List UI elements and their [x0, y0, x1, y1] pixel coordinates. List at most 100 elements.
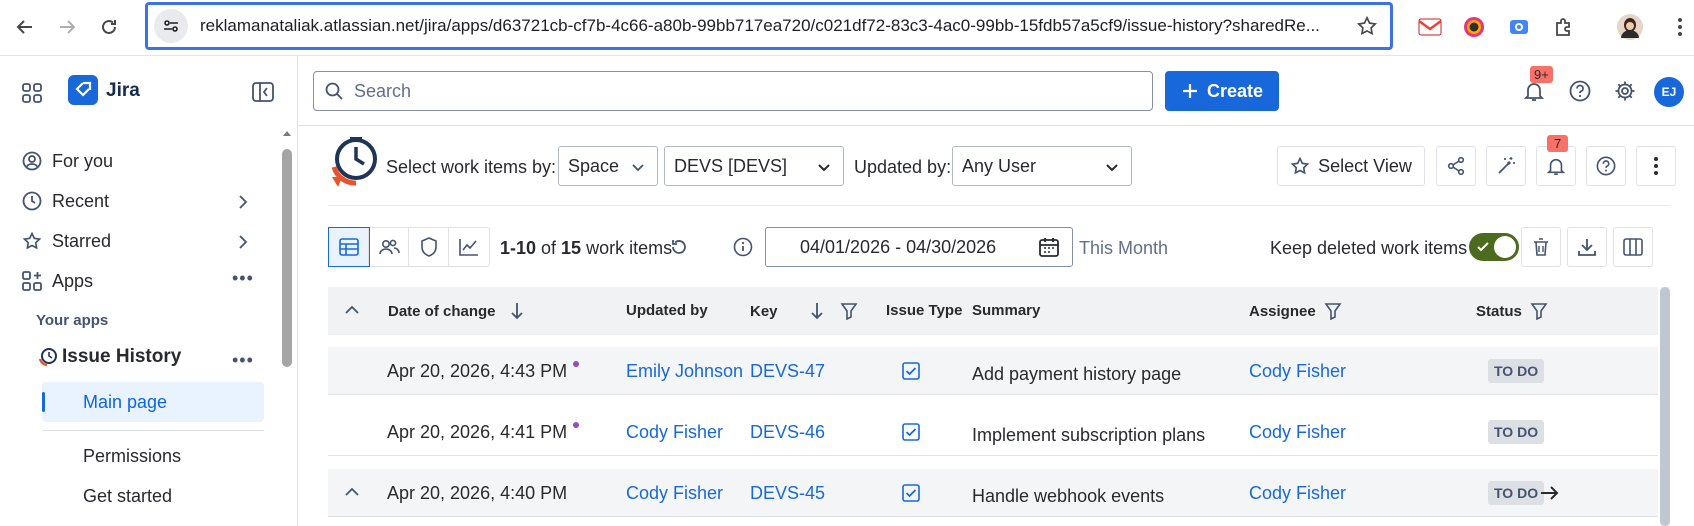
assignee-link[interactable]: Cody Fisher — [1249, 361, 1346, 382]
sidebar-scroll-thumb[interactable] — [282, 149, 292, 367]
chevron-down-icon — [1106, 164, 1118, 172]
table-scrollbar[interactable] — [1660, 287, 1670, 526]
issue-key-link[interactable]: DEVS-47 — [750, 361, 825, 382]
search-input[interactable]: Search — [313, 71, 1153, 111]
jira-logo-icon[interactable] — [68, 75, 98, 105]
sidebar-item-recent[interactable]: Recent — [22, 185, 109, 217]
share-icon — [1447, 156, 1465, 176]
download-button[interactable] — [1567, 227, 1607, 267]
magic-wand-button[interactable] — [1486, 146, 1526, 186]
table-scroll-thumb[interactable] — [1660, 287, 1670, 526]
sidebar-item-issue-history[interactable]: Issue History — [38, 346, 181, 368]
share-button[interactable] — [1436, 146, 1476, 186]
select-by-dropdown[interactable]: Space — [558, 146, 658, 186]
sidebar-item-for-you[interactable]: For you — [22, 145, 113, 177]
alerts-button[interactable] — [1536, 146, 1576, 186]
table-view-button[interactable] — [328, 227, 370, 267]
select-view-button[interactable]: Select View — [1277, 146, 1425, 186]
summary-cell: Implement subscription plans — [972, 425, 1206, 445]
trash-icon — [1534, 238, 1548, 256]
divider — [42, 430, 264, 431]
updated-by-link[interactable]: Emily Johnson — [626, 361, 743, 382]
chart-view-button[interactable] — [449, 228, 489, 266]
address-bar[interactable]: reklamanataliak.atlassian.net/jira/apps/… — [145, 2, 1393, 50]
your-apps-heading: Your apps — [36, 312, 109, 329]
issue-key-link[interactable]: DEVS-45 — [750, 483, 825, 504]
column-issue-type[interactable]: Issue Type — [886, 302, 962, 319]
avatar[interactable]: EJ — [1654, 77, 1684, 107]
profile-avatar-icon[interactable] — [1616, 13, 1644, 41]
settings-gear-icon[interactable] — [1613, 79, 1637, 103]
sidebar-item-apps[interactable]: Apps — [22, 265, 93, 297]
column-key[interactable]: Key — [750, 302, 858, 320]
sidebar-item-get-started[interactable]: Get started — [83, 486, 172, 507]
status-badge[interactable]: TO DO — [1488, 420, 1545, 444]
extensions-puzzle-icon[interactable] — [1550, 13, 1578, 41]
column-assignee[interactable]: Assignee — [1249, 302, 1342, 320]
issue-history-logo-icon — [38, 348, 57, 367]
alerts-badge: 7 — [1547, 135, 1569, 152]
columns-button[interactable] — [1613, 227, 1653, 267]
help-icon[interactable] — [1568, 79, 1592, 103]
status-badge[interactable]: TO DO — [1488, 481, 1545, 505]
column-updated-by[interactable]: Updated by — [626, 302, 708, 319]
table-row[interactable]: Apr 20, 2026, 4:40 PM Cody Fisher DEVS-4… — [328, 469, 1658, 517]
refresh-icon[interactable] — [669, 237, 689, 257]
info-icon[interactable] — [733, 237, 753, 257]
updated-by-link[interactable]: Cody Fisher — [626, 483, 723, 504]
column-label: Date of change — [388, 302, 496, 320]
trash-button[interactable] — [1521, 227, 1561, 267]
column-date[interactable]: Date of change — [388, 302, 524, 320]
table-row[interactable]: Apr 20, 2026, 4:41 PM Cody Fisher DEVS-4… — [328, 408, 1658, 456]
site-info-button[interactable] — [154, 9, 188, 43]
collapse-sidebar-icon[interactable] — [252, 82, 274, 102]
task-type-icon — [902, 423, 920, 441]
keep-deleted-toggle[interactable] — [1469, 233, 1519, 261]
create-button[interactable]: Create — [1165, 71, 1279, 111]
sidebar-item-main-page[interactable]: Main page — [42, 382, 264, 422]
updated-by-dropdown[interactable]: Any User — [952, 146, 1132, 186]
chevron-right-icon[interactable] — [236, 194, 250, 210]
record-extension-icon[interactable] — [1505, 13, 1533, 41]
status-badge[interactable]: TO DO — [1488, 359, 1545, 383]
keep-deleted-label: Keep deleted work items — [1270, 238, 1468, 258]
unread-dot — [573, 361, 580, 367]
users-view-button[interactable] — [369, 228, 409, 266]
more-icon[interactable]: ••• — [232, 350, 254, 371]
collapse-row-icon[interactable] — [344, 485, 360, 499]
table-row[interactable]: Apr 20, 2026, 4:43 PM Emily Johnson DEVS… — [328, 347, 1658, 395]
sidebar-item-label: Main page — [83, 392, 168, 412]
select-by-label: Select work items by: — [386, 157, 557, 177]
filter-icon — [1530, 303, 1548, 320]
space-dropdown[interactable]: DEVS [DEVS] — [664, 146, 844, 186]
forward-button[interactable] — [52, 12, 82, 42]
browser-toolbar: reklamanataliak.atlassian.net/jira/apps/… — [0, 0, 1694, 56]
back-button[interactable] — [10, 12, 40, 42]
sidebar-item-permissions[interactable]: Permissions — [83, 446, 181, 467]
date-range-input[interactable]: 04/01/2026 - 04/30/2026 — [765, 227, 1073, 267]
browser-menu-icon[interactable] — [1666, 13, 1694, 41]
issue-key-link[interactable]: DEVS-46 — [750, 422, 825, 443]
product-name[interactable]: Jira — [106, 80, 140, 102]
collapse-all-icon[interactable] — [344, 303, 360, 317]
column-summary[interactable]: Summary — [972, 302, 1040, 319]
help-icon — [1596, 156, 1616, 176]
chevron-right-icon[interactable] — [236, 234, 250, 250]
sidebar-item-starred[interactable]: Starred — [22, 225, 111, 257]
bookmark-star-icon[interactable] — [1356, 15, 1378, 37]
reload-button[interactable] — [94, 12, 124, 42]
column-status[interactable]: Status — [1476, 302, 1548, 320]
more-icon[interactable]: ••• — [232, 268, 254, 289]
color-extension-icon[interactable] — [1460, 13, 1488, 41]
security-view-button[interactable] — [409, 228, 449, 266]
assignee-link[interactable]: Cody Fisher — [1249, 483, 1346, 504]
updated-by-link[interactable]: Cody Fisher — [626, 422, 723, 443]
app-switcher-icon[interactable] — [22, 83, 42, 103]
summary-cell: Handle webhook events — [972, 486, 1165, 506]
more-options-button[interactable] — [1636, 146, 1676, 186]
arrow-right-icon — [1540, 485, 1560, 501]
help-button[interactable] — [1586, 146, 1626, 186]
url-text[interactable]: reklamanataliak.atlassian.net/jira/apps/… — [200, 16, 1350, 36]
assignee-link[interactable]: Cody Fisher — [1249, 422, 1346, 443]
gmail-extension-icon[interactable] — [1416, 13, 1444, 41]
